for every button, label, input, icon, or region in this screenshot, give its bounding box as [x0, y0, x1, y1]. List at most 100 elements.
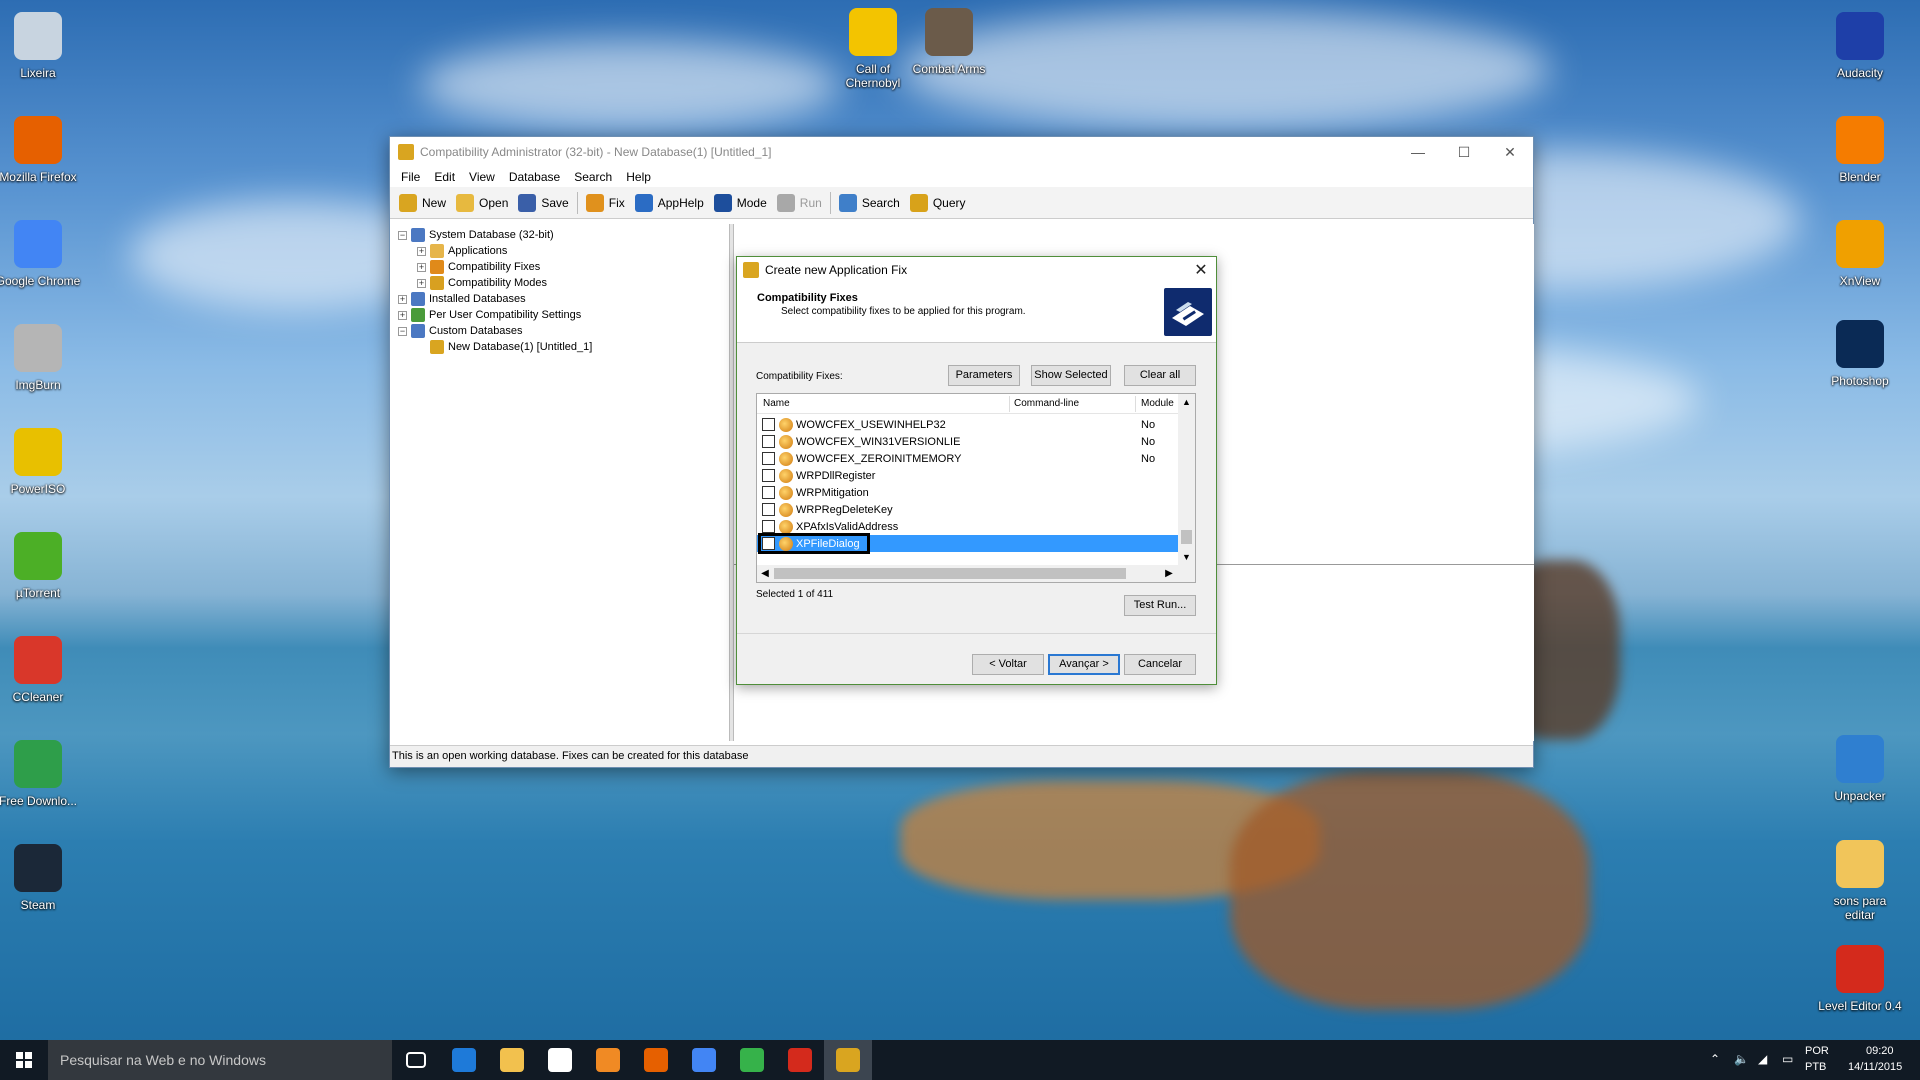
- desktop-shortcut[interactable]: Photoshop: [1817, 320, 1903, 388]
- save-button[interactable]: Save: [513, 190, 573, 216]
- menu-help[interactable]: Help: [619, 170, 658, 184]
- desktop-shortcut[interactable]: Free Downlo...: [0, 740, 81, 808]
- menu-file[interactable]: File: [394, 170, 427, 184]
- back-button[interactable]: < Voltar: [972, 654, 1044, 675]
- new-button[interactable]: New: [394, 190, 451, 216]
- fix-checkbox[interactable]: [762, 469, 775, 482]
- tree-item[interactable]: − Custom Databases: [398, 323, 523, 339]
- hscroll-thumb[interactable]: [774, 568, 1126, 579]
- collapse-icon[interactable]: −: [398, 230, 407, 240]
- tree-item[interactable]: + Installed Databases: [398, 291, 526, 307]
- taskbar-app[interactable]: [680, 1040, 728, 1080]
- desktop-shortcut[interactable]: Blender: [1817, 116, 1903, 184]
- desktop-shortcut[interactable]: Call of Chernobyl: [830, 8, 916, 90]
- scroll-left-icon[interactable]: ◀: [757, 565, 773, 582]
- column-name[interactable]: Name: [763, 398, 790, 409]
- expand-icon[interactable]: +: [417, 278, 426, 288]
- collapse-icon[interactable]: −: [398, 326, 407, 336]
- taskbar-app[interactable]: [584, 1040, 632, 1080]
- window-titlebar[interactable]: Compatibility Administrator (32-bit) - N…: [390, 137, 1533, 167]
- taskbar-app[interactable]: [392, 1040, 440, 1080]
- desktop-shortcut[interactable]: Steam: [0, 844, 81, 912]
- desktop-shortcut[interactable]: ImgBurn: [0, 324, 81, 392]
- desktop-shortcut[interactable]: Combat Arms: [906, 8, 992, 76]
- fix-row[interactable]: WOWCFEX_WIN31VERSIONLIE No: [757, 433, 1179, 450]
- close-icon[interactable]: ✕: [1487, 137, 1533, 167]
- apphelp-button[interactable]: AppHelp: [630, 190, 709, 216]
- desktop-shortcut[interactable]: XnView: [1817, 220, 1903, 288]
- desktop-shortcut[interactable]: µTorrent: [0, 532, 81, 600]
- notifications-icon[interactable]: ▭: [1782, 1052, 1793, 1066]
- taskbar-app[interactable]: [776, 1040, 824, 1080]
- expand-icon[interactable]: +: [417, 262, 426, 272]
- fix-row[interactable]: WRPRegDeleteKey: [757, 501, 1179, 518]
- menu-search[interactable]: Search: [567, 170, 619, 184]
- desktop-shortcut[interactable]: Lixeira: [0, 12, 81, 80]
- tree-item[interactable]: + Applications: [417, 243, 507, 259]
- volume-icon[interactable]: 🔈: [1734, 1052, 1749, 1066]
- scroll-right-icon[interactable]: ▶: [1161, 565, 1177, 582]
- desktop-shortcut[interactable]: sons para editar: [1817, 840, 1903, 922]
- menu-edit[interactable]: Edit: [427, 170, 462, 184]
- dialog-close-icon[interactable]: ✕: [1186, 260, 1216, 280]
- parameters-button[interactable]: Parameters: [948, 365, 1020, 386]
- clock-date[interactable]: 14/11/2015: [1848, 1061, 1902, 1073]
- network-icon[interactable]: ◢: [1758, 1052, 1767, 1066]
- expand-icon[interactable]: +: [398, 294, 407, 304]
- taskbar-app[interactable]: [824, 1040, 872, 1080]
- column-module[interactable]: Module: [1141, 398, 1174, 409]
- clock-time[interactable]: 09:20: [1866, 1045, 1894, 1057]
- fix-checkbox[interactable]: [762, 418, 775, 431]
- expand-icon[interactable]: +: [417, 246, 426, 256]
- query-button[interactable]: Query: [905, 190, 971, 216]
- fix-row[interactable]: WRPDllRegister: [757, 467, 1179, 484]
- search-box[interactable]: Pesquisar na Web e no Windows: [48, 1040, 392, 1080]
- cancel-button[interactable]: Cancelar: [1124, 654, 1196, 675]
- desktop-shortcut[interactable]: PowerISO: [0, 428, 81, 496]
- test-run-button[interactable]: Test Run...: [1124, 595, 1196, 616]
- tree-item[interactable]: New Database(1) [Untitled_1]: [417, 339, 592, 355]
- desktop-shortcut[interactable]: Audacity: [1817, 12, 1903, 80]
- tree-item[interactable]: + Compatibility Fixes: [417, 259, 540, 275]
- tree-item[interactable]: + Per User Compatibility Settings: [398, 307, 581, 323]
- mode-button[interactable]: Mode: [709, 190, 772, 216]
- column-cmdline[interactable]: Command-line: [1014, 398, 1079, 409]
- scroll-thumb[interactable]: [1181, 530, 1192, 544]
- maximize-icon[interactable]: ☐: [1441, 137, 1487, 167]
- taskbar-app[interactable]: [488, 1040, 536, 1080]
- menu-database[interactable]: Database: [502, 170, 567, 184]
- fix-checkbox[interactable]: [762, 435, 775, 448]
- show-selected-button[interactable]: Show Selected: [1031, 365, 1111, 386]
- next-button[interactable]: Avançar >: [1048, 654, 1120, 675]
- taskbar-app[interactable]: [536, 1040, 584, 1080]
- scroll-up-icon[interactable]: ▲: [1178, 394, 1195, 410]
- desktop-shortcut[interactable]: Unpacker: [1817, 735, 1903, 803]
- menu-view[interactable]: View: [462, 170, 502, 184]
- start-button[interactable]: [0, 1040, 48, 1080]
- fix-row[interactable]: WOWCFEX_USEWINHELP32 No: [757, 416, 1179, 433]
- dialog-titlebar[interactable]: Create new Application Fix ✕: [737, 257, 1216, 282]
- taskbar-app[interactable]: [632, 1040, 680, 1080]
- desktop-shortcut[interactable]: Google Chrome: [0, 220, 81, 288]
- language-code[interactable]: POR: [1805, 1045, 1829, 1057]
- fix-button[interactable]: Fix: [581, 190, 630, 216]
- open-button[interactable]: Open: [451, 190, 513, 216]
- tree-item[interactable]: + Compatibility Modes: [417, 275, 547, 291]
- desktop-shortcut[interactable]: CCleaner: [0, 636, 81, 704]
- fix-row[interactable]: WRPMitigation: [757, 484, 1179, 501]
- fix-checkbox[interactable]: [762, 486, 775, 499]
- scroll-down-icon[interactable]: ▼: [1178, 549, 1195, 565]
- chevron-up-icon[interactable]: ⌃: [1710, 1052, 1720, 1066]
- desktop-shortcut[interactable]: Mozilla Firefox: [0, 116, 81, 184]
- fix-row[interactable]: WOWCFEX_ZEROINITMEMORY No: [757, 450, 1179, 467]
- clear-all-button[interactable]: Clear all: [1124, 365, 1196, 386]
- taskbar-app[interactable]: [440, 1040, 488, 1080]
- fix-checkbox[interactable]: [762, 503, 775, 516]
- tree-item[interactable]: − System Database (32-bit): [398, 227, 554, 243]
- expand-icon[interactable]: +: [398, 310, 407, 320]
- minimize-icon[interactable]: —: [1395, 137, 1441, 167]
- horizontal-scrollbar[interactable]: ◀ ▶: [757, 565, 1195, 582]
- taskbar-app[interactable]: [728, 1040, 776, 1080]
- keyboard-layout[interactable]: PTB: [1805, 1061, 1826, 1073]
- fix-checkbox[interactable]: [762, 452, 775, 465]
